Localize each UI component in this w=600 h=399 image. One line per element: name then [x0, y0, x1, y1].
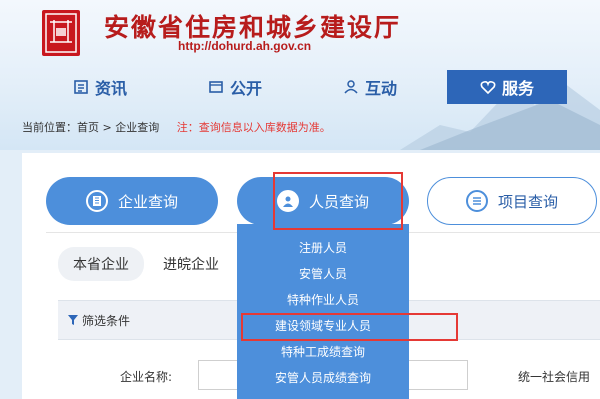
- news-icon: [73, 79, 89, 95]
- dropdown-item-safety-manager[interactable]: 安管人员: [237, 260, 409, 286]
- breadcrumb-note: 注：查询信息以入库数据为准。: [176, 121, 331, 134]
- dropdown-item-construction-professional[interactable]: 建设领域专业人员: [237, 312, 409, 338]
- building-icon: [85, 190, 108, 212]
- list-icon: [465, 190, 488, 212]
- dropdown-item-safety-manager-score[interactable]: 安管人员成绩查询: [237, 364, 409, 390]
- nav-open-label: 公开: [229, 79, 262, 98]
- project-query-label: 项目查询: [497, 192, 558, 211]
- nav-interact[interactable]: 互动: [330, 70, 410, 104]
- nav-service[interactable]: 服务: [447, 70, 567, 104]
- nav-interact-label: 互动: [364, 79, 397, 98]
- nav-service-label: 服务: [501, 79, 534, 98]
- site-url[interactable]: http://dohurd.ah.gov.cn: [178, 39, 311, 53]
- enterprise-query-label: 企业查询: [117, 192, 178, 211]
- project-query-button[interactable]: 项目查询: [427, 177, 597, 225]
- dropdown-item-special-operation[interactable]: 特种作业人员: [237, 286, 409, 312]
- credit-code-label: 统一社会信用: [518, 370, 591, 384]
- breadcrumb-path: 当前位置：首页 > 企业查询: [22, 121, 160, 134]
- nav-news[interactable]: 资讯: [60, 70, 140, 104]
- company-name-label: 企业名称:: [120, 370, 173, 384]
- person-query-dropdown: 注册人员 安管人员 特种作业人员 建设领域专业人员 特种工成绩查询 安管人员成绩…: [237, 224, 409, 399]
- dropdown-item-special-worker-score[interactable]: 特种工成绩查询: [237, 338, 409, 364]
- nav-open[interactable]: 公开: [195, 70, 275, 104]
- heart-icon: [480, 79, 496, 95]
- person-icon: [276, 190, 299, 212]
- person-query-button[interactable]: 人员查询: [237, 177, 409, 225]
- site-logo[interactable]: [42, 10, 80, 56]
- dropdown-item-registered[interactable]: 注册人员: [237, 234, 409, 260]
- tab-external-enterprise[interactable]: 进皖企业: [152, 247, 230, 281]
- nav-news-label: 资讯: [94, 79, 127, 98]
- filter-title-label: 筛选条件: [82, 313, 131, 328]
- person-query-label: 人员查询: [308, 192, 369, 211]
- enterprise-query-button[interactable]: 企业查询: [46, 177, 218, 225]
- breadcrumb: 当前位置：首页 > 企业查询 注：查询信息以入库数据为准。: [22, 119, 331, 135]
- interact-icon: [343, 79, 359, 95]
- filter-icon: [68, 315, 78, 325]
- open-icon: [208, 79, 224, 95]
- filter-title: 筛选条件: [68, 310, 130, 330]
- tab-local-enterprise[interactable]: 本省企业: [58, 247, 144, 281]
